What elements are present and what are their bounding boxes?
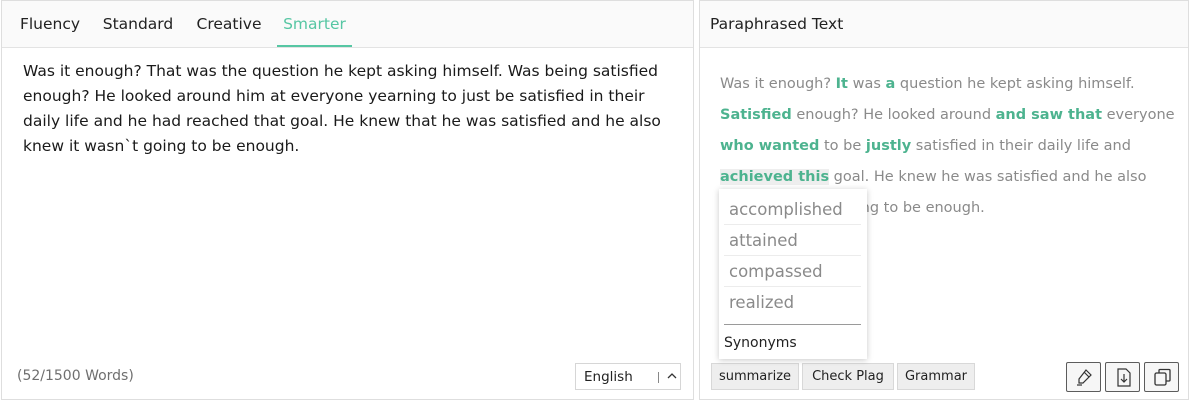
grammar-button[interactable]: Grammar <box>897 363 975 390</box>
text-segment: satisfied in their daily life and <box>911 138 1131 154</box>
tab-standard[interactable]: Standard <box>97 1 179 47</box>
output-title: Paraphrased Text <box>710 15 844 33</box>
output-header: Paraphrased Text <box>700 1 1188 48</box>
tab-smarter[interactable]: Smarter <box>277 1 352 47</box>
highlight-button[interactable] <box>1066 362 1101 392</box>
synonym-option[interactable]: attained <box>724 225 861 256</box>
changed-word[interactable]: justly <box>866 138 911 154</box>
word-count: (52/1500 Words) <box>17 368 134 384</box>
check-plag-button[interactable]: Check Plag <box>802 363 894 390</box>
input-text-area[interactable]: Was it enough? That was the question he … <box>23 59 683 159</box>
changed-word[interactable]: It <box>836 76 848 92</box>
highlighter-icon <box>1077 369 1092 386</box>
text-segment: to be <box>819 138 866 154</box>
text-segment: everyone <box>1102 107 1175 123</box>
input-panel: Fluency Standard Creative Smarter Was it… <box>1 0 694 400</box>
synonyms-dropdown: accomplished attained compassed realized… <box>719 189 867 359</box>
dropdown-divider <box>724 324 861 325</box>
mode-tabs: Fluency Standard Creative Smarter <box>2 1 693 48</box>
selected-changed-word[interactable]: achieved this <box>720 169 830 185</box>
download-icon <box>1117 368 1131 387</box>
language-selected-value: English <box>584 369 633 385</box>
text-segment: was <box>847 76 886 92</box>
text-segment: question he kept asking himself. <box>895 76 1135 92</box>
changed-word[interactable]: who wanted <box>720 138 819 154</box>
tab-fluency[interactable]: Fluency <box>16 1 84 47</box>
text-segment: Was it enough? <box>720 76 836 92</box>
chevron-up-icon <box>667 373 677 379</box>
output-panel: Paraphrased Text Was it enough? It was a… <box>699 0 1189 400</box>
summarize-button[interactable]: summarize <box>711 363 799 390</box>
tab-creative[interactable]: Creative <box>192 1 266 47</box>
changed-word[interactable]: and saw that <box>996 107 1102 123</box>
synonym-option[interactable]: compassed <box>724 256 861 287</box>
changed-word[interactable]: a <box>886 76 896 92</box>
copy-icon <box>1154 368 1171 386</box>
synonyms-label: Synonyms <box>724 335 797 351</box>
copy-button[interactable] <box>1144 362 1179 392</box>
text-segment: enough? He looked around <box>791 107 996 123</box>
synonym-option[interactable]: accomplished <box>724 194 861 225</box>
select-separator <box>658 372 659 383</box>
language-select[interactable]: English <box>575 363 681 390</box>
synonym-option[interactable]: realized <box>724 287 861 318</box>
download-button[interactable] <box>1105 362 1140 392</box>
changed-word[interactable]: Satisfied <box>720 107 792 123</box>
